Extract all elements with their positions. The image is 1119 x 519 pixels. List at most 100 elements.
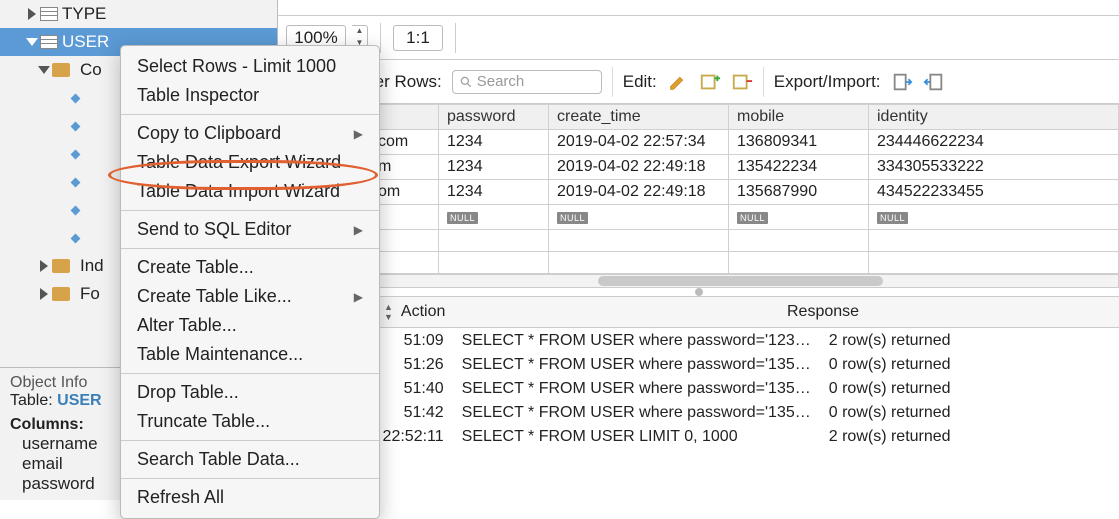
menu-item[interactable]: Select Rows - Limit 1000: [121, 52, 379, 81]
menu-item[interactable]: Copy to Clipboard▶: [121, 119, 379, 148]
search-icon: [459, 75, 473, 89]
edit-label: Edit:: [623, 72, 657, 92]
add-row-icon[interactable]: [699, 71, 721, 93]
menu-item[interactable]: Create Table...: [121, 253, 379, 282]
menu-item[interactable]: Send to SQL Editor▶: [121, 215, 379, 244]
table-icon: [40, 35, 58, 49]
cell[interactable]: [549, 230, 729, 252]
log-row[interactable]: 51:40SELECT * FROM USER where password='…: [280, 378, 1117, 400]
cell[interactable]: [439, 230, 549, 252]
log-cell: SELECT * FROM USER where password='135…: [454, 354, 819, 376]
menu-item[interactable]: Search Table Data...: [121, 445, 379, 474]
log-row[interactable]: ✓1122:52:11SELECT * FROM USER LIMIT 0, 1…: [280, 426, 1117, 448]
folder-icon: [52, 259, 70, 273]
cell[interactable]: [729, 252, 869, 274]
menu-item[interactable]: Table Data Import Wizard: [121, 177, 379, 206]
column-header[interactable]: identity: [869, 105, 1119, 130]
table-context-menu[interactable]: Select Rows - Limit 1000Table Inspector C…: [120, 45, 380, 519]
null-badge: NULL: [737, 212, 768, 224]
cell[interactable]: [439, 252, 549, 274]
log-row[interactable]: 51:42SELECT * FROM USER where password='…: [280, 402, 1117, 424]
tree-label: Fo: [80, 284, 100, 304]
export-icon[interactable]: [891, 71, 913, 93]
folder-icon: [52, 287, 70, 301]
cell[interactable]: 135687990: [729, 180, 869, 205]
table-icon: [40, 7, 58, 21]
grid-toolbar: Filter Rows: Search Edit: Export/Import:: [278, 60, 1119, 104]
menu-item[interactable]: Alter Table...: [121, 311, 379, 340]
table-row[interactable]: NULLNULLNULLNULLNULL: [279, 205, 1119, 230]
log-col-action: Action: [393, 303, 779, 321]
cell[interactable]: [869, 230, 1119, 252]
cell[interactable]: 2019-04-02 22:57:34: [549, 130, 729, 155]
cell[interactable]: NULL: [549, 205, 729, 230]
cell[interactable]: 1234: [439, 130, 549, 155]
log-row[interactable]: 51:09SELECT * FROM USER where password='…: [280, 330, 1117, 352]
menu-item[interactable]: Table Maintenance...: [121, 340, 379, 369]
menu-item[interactable]: Table Data Export Wizard: [121, 148, 379, 177]
table-row[interactable]: [279, 230, 1119, 252]
cell[interactable]: 434522233455: [869, 180, 1119, 205]
tree-label: Ind: [80, 256, 104, 276]
expand-icon: [28, 8, 36, 20]
table-row[interactable]: 1234@163.com12342019-04-02 22:49:1813568…: [279, 180, 1119, 205]
cell[interactable]: 234446622234: [869, 130, 1119, 155]
zoom-bar: 100% ▲▼ 1:1: [278, 16, 1119, 60]
expand-icon: [26, 38, 38, 46]
column-icon: [71, 177, 81, 187]
null-badge: NULL: [557, 212, 588, 224]
cell[interactable]: [729, 230, 869, 252]
menu-item[interactable]: Table Inspector: [121, 81, 379, 110]
column-icon: [71, 93, 81, 103]
menu-item[interactable]: Create Table Like...▶: [121, 282, 379, 311]
folder-icon: [52, 63, 70, 77]
log-row[interactable]: 51:26SELECT * FROM USER where password='…: [280, 354, 1117, 376]
table-row[interactable]: 1111@gmail.com12342019-04-02 22:57:34136…: [279, 130, 1119, 155]
cell[interactable]: [549, 252, 729, 274]
cell[interactable]: NULL: [729, 205, 869, 230]
tree-item-type[interactable]: TYPE: [0, 0, 277, 28]
log-cell: SELECT * FROM USER where password='123…: [454, 330, 819, 352]
column-icon: [71, 121, 81, 131]
column-header[interactable]: password: [439, 105, 549, 130]
zoom-oneone[interactable]: 1:1: [393, 25, 443, 51]
cell[interactable]: NULL: [869, 205, 1119, 230]
log-cell: 0 row(s) returned: [821, 402, 1117, 424]
log-stepper[interactable]: ▲▼: [384, 302, 393, 322]
main-panel: 100% ▲▼ 1:1 Filter Rows: Search Edit: Ex…: [278, 0, 1119, 500]
table-row[interactable]: 2572@qq.com12342019-04-02 22:49:18135422…: [279, 155, 1119, 180]
log-cell: 0 row(s) returned: [821, 378, 1117, 400]
split-handle[interactable]: [695, 288, 703, 296]
result-grid[interactable]: emailpasswordcreate_timemobileidentity 1…: [278, 104, 1119, 274]
expand-icon: [38, 66, 50, 74]
cell[interactable]: NULL: [439, 205, 549, 230]
search-input[interactable]: Search: [452, 70, 602, 94]
horizontal-scrollbar[interactable]: [278, 274, 1119, 288]
menu-item[interactable]: Refresh All: [121, 483, 379, 512]
cell[interactable]: 2019-04-02 22:49:18: [549, 155, 729, 180]
menu-item[interactable]: Truncate Table...: [121, 407, 379, 436]
edit-icon[interactable]: [667, 71, 689, 93]
log-col-response: Response: [779, 303, 1119, 321]
cell[interactable]: 135422234: [729, 155, 869, 180]
delete-row-icon[interactable]: [731, 71, 753, 93]
column-icon: [71, 149, 81, 159]
log-table[interactable]: 51:09SELECT * FROM USER where password='…: [278, 328, 1119, 450]
submenu-arrow-icon: ▶: [354, 290, 363, 304]
null-badge: NULL: [447, 212, 478, 224]
cell[interactable]: 136809341: [729, 130, 869, 155]
log-cell: 2 row(s) returned: [821, 330, 1117, 352]
cell[interactable]: 334305533222: [869, 155, 1119, 180]
log-header: ▲▼ Action Response: [278, 296, 1119, 328]
cell[interactable]: [869, 252, 1119, 274]
cell[interactable]: 1234: [439, 155, 549, 180]
column-header[interactable]: create_time: [549, 105, 729, 130]
expand-icon: [40, 260, 48, 272]
menu-item[interactable]: Drop Table...: [121, 378, 379, 407]
table-row[interactable]: [279, 252, 1119, 274]
import-icon[interactable]: [923, 71, 945, 93]
cell[interactable]: 2019-04-02 22:49:18: [549, 180, 729, 205]
cell[interactable]: 1234: [439, 180, 549, 205]
column-header[interactable]: mobile: [729, 105, 869, 130]
tree-label: TYPE: [62, 4, 106, 24]
